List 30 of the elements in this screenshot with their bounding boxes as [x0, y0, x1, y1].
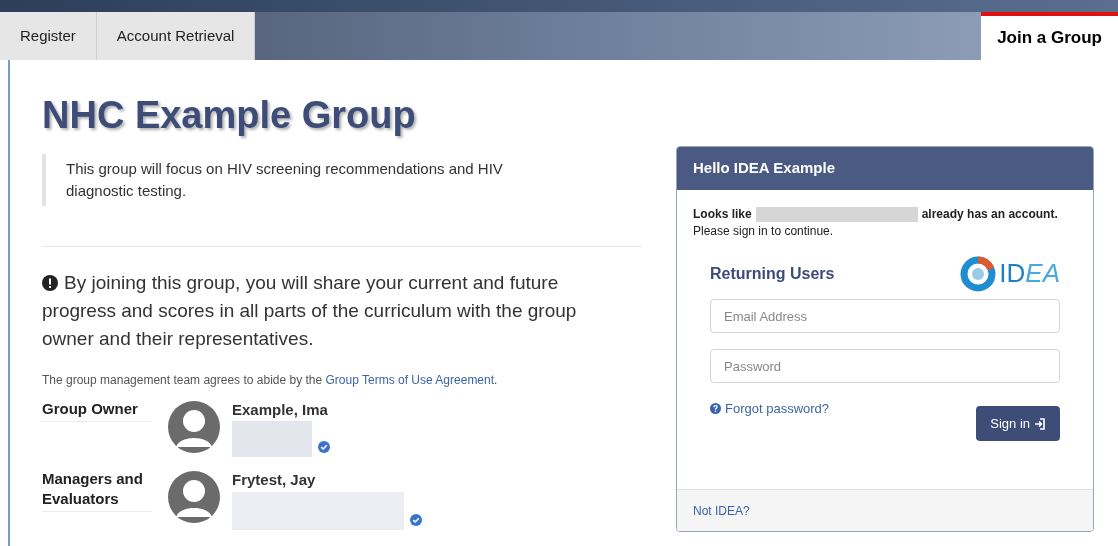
logo-text: IDEA	[999, 257, 1060, 290]
looks-like-text: Looks like	[693, 206, 752, 223]
forgot-password-link[interactable]: Forgot password?	[710, 399, 830, 419]
account-text: already has an account.	[921, 206, 1058, 223]
avatar-icon	[168, 471, 220, 523]
description-quote: This group will focus on HIV screening recommendations and HIV diagnostic testing.	[42, 153, 562, 206]
not-idea-link[interactable]: Not IDEA?	[693, 501, 750, 520]
member-role: Managers and Evaluators	[42, 469, 152, 512]
member-role: Group Owner	[42, 398, 152, 422]
sign-in-icon	[1034, 417, 1046, 430]
card-header: Hello IDEA Example	[677, 147, 1093, 190]
verified-check-icon	[318, 441, 330, 453]
tab[interactable]: Join a Group	[981, 12, 1118, 60]
logo-ring-icon	[959, 254, 998, 293]
terms-text: The group management team agrees to abide by the Group Terms of Use Agreement.	[42, 371, 499, 389]
sign-in-button[interactable]: Sign in	[976, 406, 1060, 441]
warning-text: By joining this group, you will share your current and future progress and scores in all parts of the curriculum with the group owner and their representatives.	[42, 270, 578, 351]
instruction-text: Please sign in to continue.	[693, 223, 835, 240]
tab[interactable]: Register	[0, 12, 97, 60]
help-icon	[710, 403, 721, 415]
section-title: Returning Users	[710, 263, 835, 284]
group-title: NHC Example Group	[42, 93, 417, 138]
password-field[interactable]: Password	[710, 349, 1060, 383]
tab[interactable]: Account Retrieval	[96, 12, 256, 60]
member-name: Frytest, Jay	[232, 470, 317, 490]
avatar-icon	[168, 400, 220, 453]
exclamation-icon	[42, 274, 58, 291]
verified-check-icon	[410, 513, 422, 526]
email-field[interactable]: Email Address	[710, 299, 1060, 333]
member-name: Example, Ima	[232, 399, 329, 420]
